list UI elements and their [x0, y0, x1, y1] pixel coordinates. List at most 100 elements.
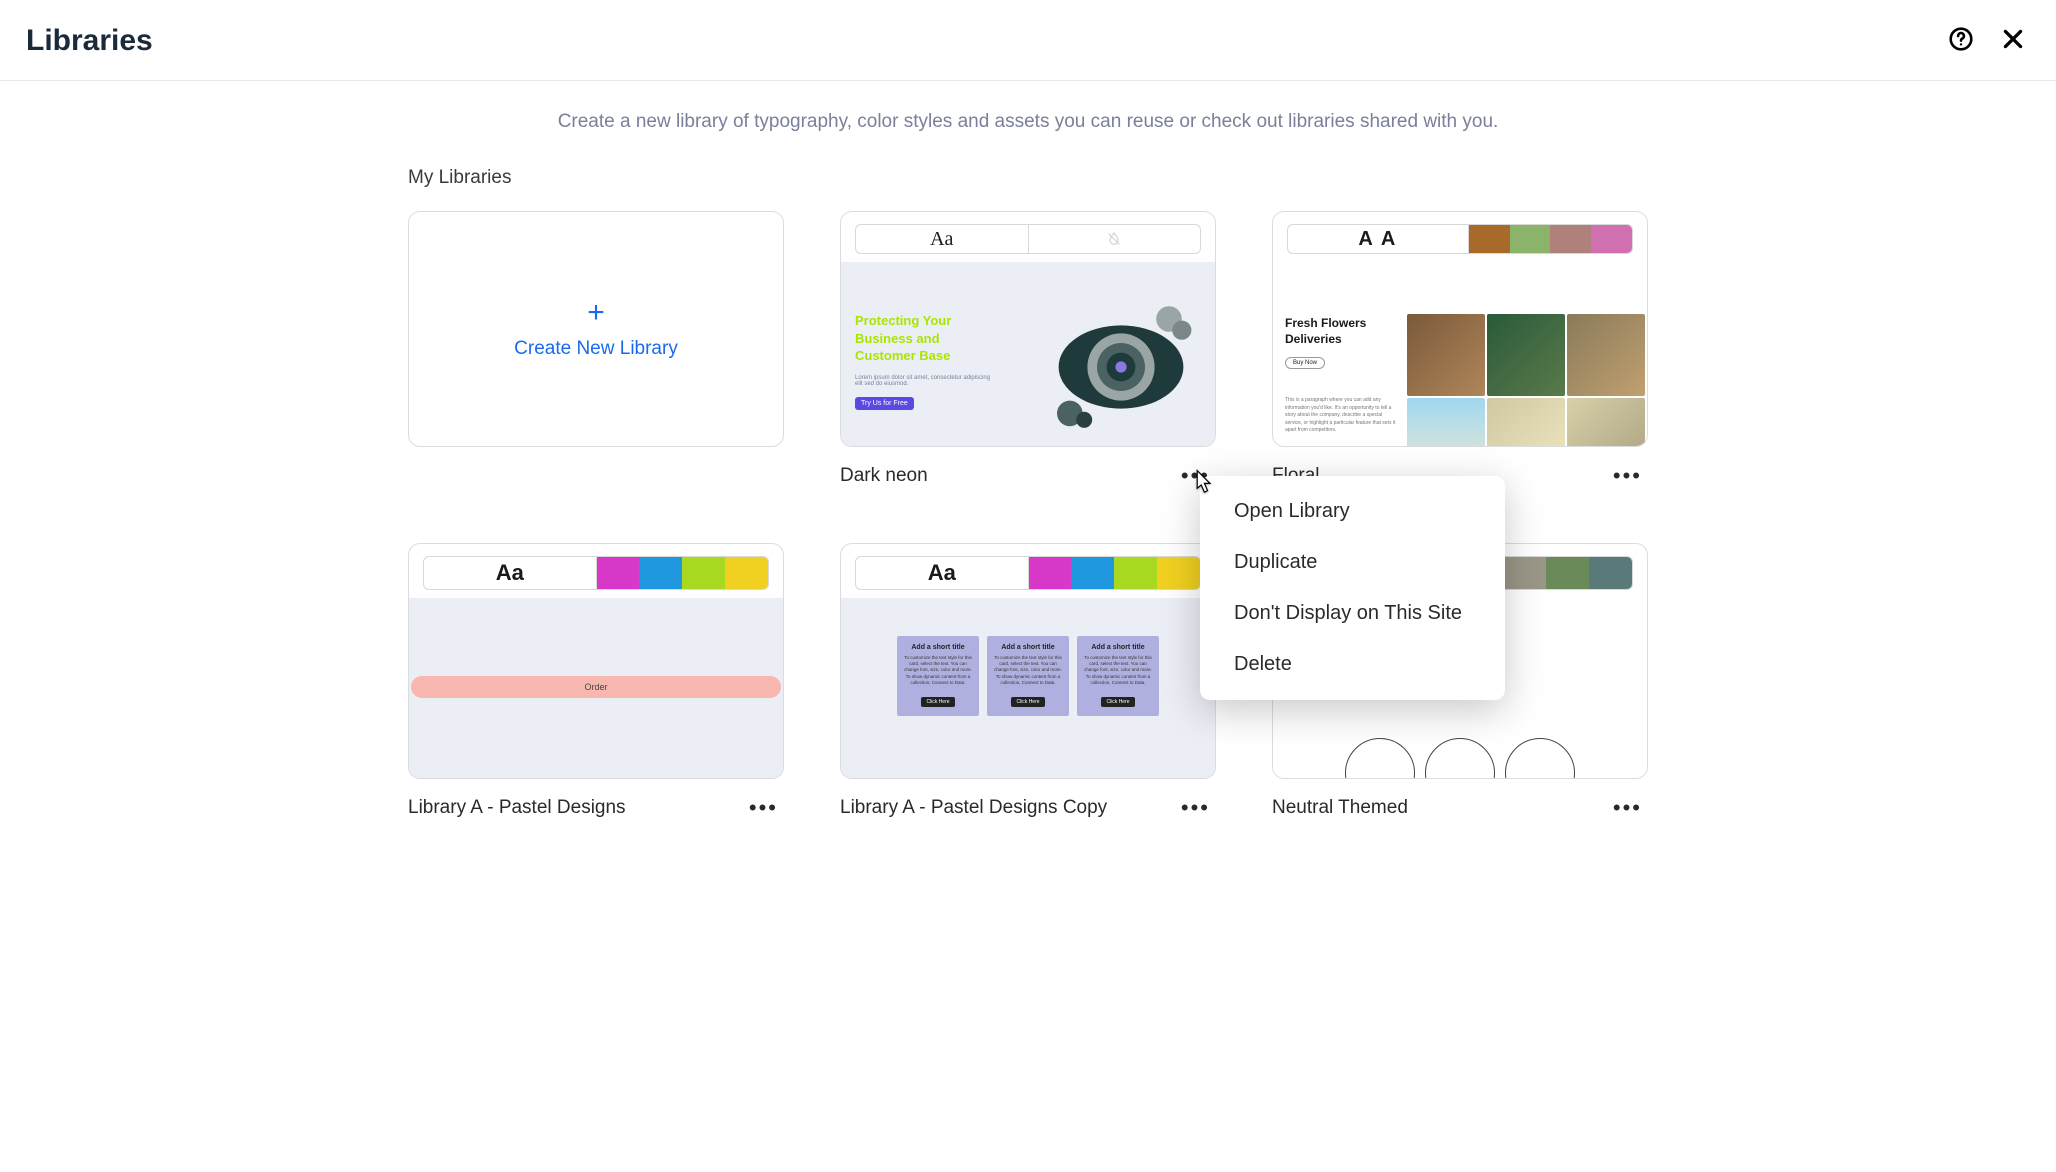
mini-card-body: To customize the text style for this car… — [903, 655, 973, 686]
swatch — [1546, 557, 1589, 589]
typography-swatch: A A — [1287, 224, 1469, 254]
preview-image-grid — [1407, 314, 1645, 447]
circle-icon — [1345, 738, 1415, 779]
library-card[interactable]: A A Fresh Flowers Deliveries Buy Now Thi… — [1272, 211, 1648, 447]
mini-card-title: Add a short title — [1083, 644, 1153, 651]
preview-headline-line: Business and — [855, 331, 940, 346]
library-card[interactable]: Aa Protecting Your Business and Customer… — [840, 211, 1216, 447]
preview-cta-button: Try Us for Free — [855, 397, 914, 410]
library-title: Neutral Themed — [1272, 797, 1408, 819]
help-icon[interactable] — [1944, 22, 1978, 60]
swatch — [1157, 557, 1200, 589]
typography-swatch: Aa — [423, 556, 597, 590]
mini-card-title: Add a short title — [993, 644, 1063, 651]
swatch — [639, 557, 682, 589]
preview-topbar: Aa — [841, 544, 1215, 598]
section-title-my-libraries: My Libraries — [408, 167, 1648, 189]
mini-card-title: Add a short title — [903, 644, 973, 651]
libraries-grid: + Create New Library Aa Protecting Your — [408, 211, 1648, 819]
more-options-button[interactable]: ••• — [747, 798, 780, 817]
create-library-cell: + Create New Library — [408, 211, 784, 487]
mini-card-body: To customize the text style for this car… — [993, 655, 1063, 686]
swatch — [1029, 557, 1072, 589]
swatch — [725, 557, 768, 589]
swatch — [682, 557, 725, 589]
preview-cta-button: Buy Now — [1285, 357, 1325, 369]
library-title: Library A - Pastel Designs Copy — [840, 797, 1107, 819]
preview-body: Add a short title To customize the text … — [841, 598, 1215, 778]
preview-body: Protecting Your Business and Customer Ba… — [841, 262, 1215, 446]
preview-body: Fresh Flowers Deliveries Buy Now This is… — [1273, 262, 1647, 446]
library-title: Dark neon — [840, 465, 928, 487]
menu-item-delete[interactable]: Delete — [1200, 639, 1505, 690]
page-subtitle: Create a new library of typography, colo… — [0, 81, 2056, 143]
create-new-library-label: Create New Library — [514, 338, 678, 360]
swatch — [1469, 225, 1510, 253]
context-menu: Open Library Duplicate Don't Display on … — [1200, 476, 1505, 700]
card-footer: Dark neon ••• — [840, 447, 1216, 487]
typography-swatch: Aa — [855, 224, 1029, 254]
more-options-button[interactable]: ••• — [1611, 466, 1644, 485]
preview-illustration-eye-icon — [1041, 302, 1201, 432]
library-title: Library A - Pastel Designs — [408, 797, 626, 819]
card-footer: Library A - Pastel Designs ••• — [408, 779, 784, 819]
preview-image — [1567, 398, 1645, 447]
preview-topbar: Aa — [841, 212, 1215, 262]
more-options-button[interactable]: ••• — [1179, 798, 1212, 817]
preview-mini-cards: Add a short title To customize the text … — [851, 608, 1205, 716]
menu-item-duplicate[interactable]: Duplicate — [1200, 537, 1505, 588]
swatch — [597, 557, 640, 589]
preview-image — [1407, 314, 1485, 396]
color-swatches — [597, 556, 770, 590]
preview-order-button: Order — [411, 676, 781, 698]
swatch — [1503, 557, 1546, 589]
close-icon[interactable] — [1996, 22, 2030, 60]
menu-item-open-library[interactable]: Open Library — [1200, 486, 1505, 537]
preview-headline-line: Customer Base — [855, 348, 950, 363]
mini-card-button: Click Here — [1011, 697, 1044, 707]
no-color-icon — [1028, 224, 1202, 254]
preview-topbar: Aa — [409, 544, 783, 598]
preview-mini-card: Add a short title To customize the text … — [1077, 636, 1159, 716]
circle-icon — [1505, 738, 1575, 779]
library-card[interactable]: Aa Add a short title To customize the te… — [840, 543, 1216, 779]
preview-body: Order — [409, 598, 783, 778]
preview-image — [1487, 398, 1565, 447]
preview-lorem: This is a paragraph where you can add an… — [1285, 397, 1400, 435]
preview-lorem: Lorem ipsum dolor sit amet, consectetur … — [855, 375, 995, 387]
library-card[interactable]: Aa Order — [408, 543, 784, 779]
dialog-header: Libraries — [0, 0, 2056, 81]
card-footer: Neutral Themed ••• — [1272, 779, 1648, 819]
preview-hero-text: Protecting Your Business and Customer Ba… — [855, 312, 995, 410]
create-new-library-button[interactable]: + Create New Library — [408, 211, 784, 447]
color-swatches — [1029, 556, 1202, 590]
preview-mini-card: Add a short title To customize the text … — [897, 636, 979, 716]
library-card-dark-neon: Aa Protecting Your Business and Customer… — [840, 211, 1216, 487]
library-card-library-a-copy: Aa Add a short title To customize the te… — [840, 543, 1216, 819]
preview-image — [1567, 314, 1645, 396]
preview-image — [1487, 314, 1565, 396]
swatch — [1589, 557, 1632, 589]
preview-text-block: Fresh Flowers Deliveries Buy Now This is… — [1285, 316, 1400, 435]
menu-item-dont-display[interactable]: Don't Display on This Site — [1200, 588, 1505, 639]
swatch — [1114, 557, 1157, 589]
page-title: Libraries — [26, 24, 153, 58]
swatch — [1071, 557, 1114, 589]
swatch — [1591, 225, 1632, 253]
swatch — [1550, 225, 1591, 253]
library-card-floral: A A Fresh Flowers Deliveries Buy Now Thi… — [1272, 211, 1648, 487]
more-options-button[interactable]: ••• — [1611, 798, 1644, 817]
color-swatches — [1469, 224, 1633, 254]
preview-headline-line: Protecting Your — [855, 313, 951, 328]
card-footer: Library A - Pastel Designs Copy ••• — [840, 779, 1216, 819]
preview-topbar: A A — [1273, 212, 1647, 262]
preview-circles — [1345, 738, 1575, 779]
swatch — [1510, 225, 1551, 253]
preview-headline: Fresh Flowers Deliveries — [1285, 316, 1400, 347]
mini-card-button: Click Here — [1101, 697, 1134, 707]
preview-mini-card: Add a short title To customize the text … — [987, 636, 1069, 716]
plus-icon: + — [587, 298, 605, 328]
mini-card-button: Click Here — [921, 697, 954, 707]
typography-swatch: Aa — [855, 556, 1029, 590]
library-card-library-a: Aa Order Library A - Pastel Designs ••• — [408, 543, 784, 819]
